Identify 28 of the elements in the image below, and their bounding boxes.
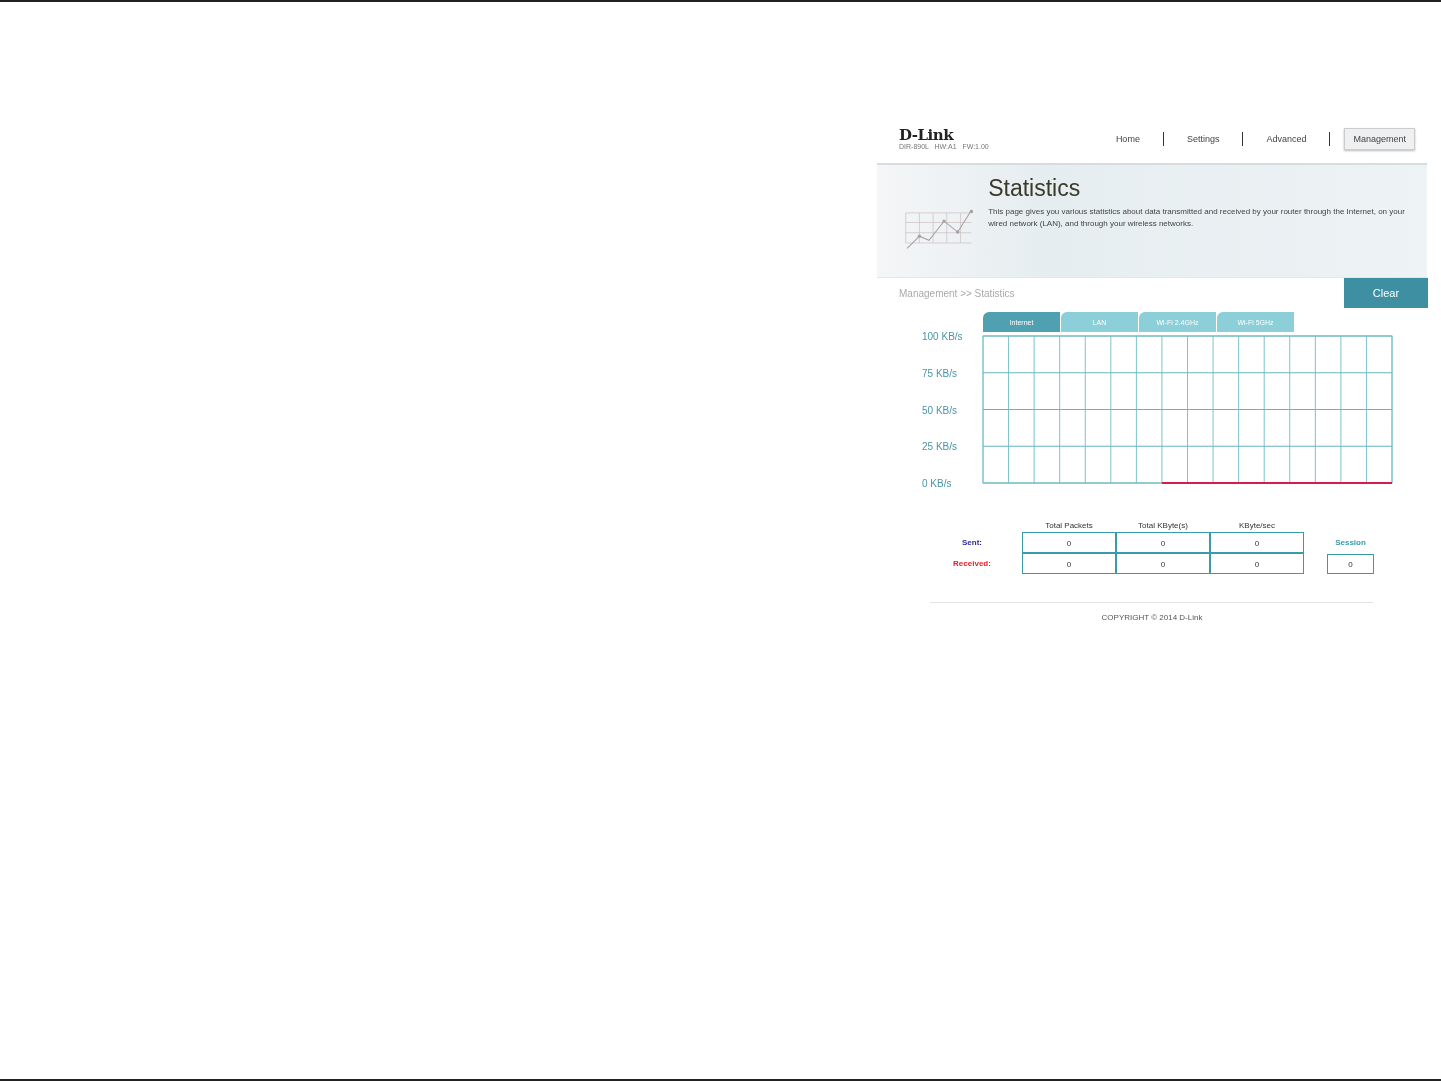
table-cell: 0 xyxy=(1022,532,1116,553)
session-value: 0 xyxy=(1327,553,1374,574)
breadcrumb: Management >> Statistics xyxy=(899,287,1015,299)
axis-label: 25 KB/s xyxy=(922,441,958,453)
table-cell: 0 xyxy=(1210,532,1304,553)
row-label: Received: xyxy=(952,559,992,568)
table-cell: 0 xyxy=(1022,553,1116,574)
column-header: Total Packets xyxy=(1044,521,1094,532)
session-label: Session xyxy=(1334,538,1367,547)
nav-link[interactable]: Advanced xyxy=(1257,128,1316,150)
nav-link[interactable]: Home xyxy=(1106,128,1149,150)
axis-label: 0 KB/s xyxy=(922,478,952,487)
copyright: COPYRIGHT © 2014 D-Link xyxy=(1101,613,1203,622)
axis-label: 50 KB/s xyxy=(922,404,958,416)
column-header: Total KByte(s) xyxy=(1137,521,1189,532)
logo: D-Link xyxy=(899,128,955,143)
row-label: Sent: xyxy=(961,538,983,547)
nav-link[interactable]: Management xyxy=(1344,128,1415,150)
column-header: KByte/sec xyxy=(1238,521,1276,532)
axis-label: 100 KB/s xyxy=(922,332,963,342)
page-description: This page gives you various statistics about data transmitted and received by your router through the Internet, on your wired network (LAN), and through your wireless networks. xyxy=(988,206,1406,230)
nav-link[interactable]: Settings xyxy=(1177,128,1229,150)
table-cell: 0 xyxy=(1210,553,1304,574)
page-title: Statistics xyxy=(988,175,1082,202)
clear-button[interactable]: Clear xyxy=(1344,278,1428,308)
table-cell: 0 xyxy=(1116,532,1210,553)
axis-label: 75 KB/s xyxy=(922,367,958,379)
table-cell: 0 xyxy=(1116,553,1210,574)
